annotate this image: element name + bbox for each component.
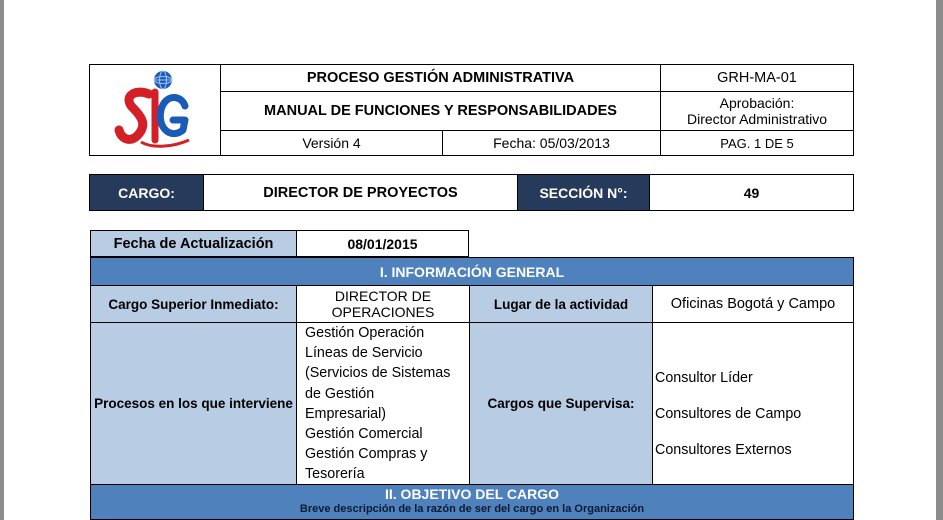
process-item: Gestión Comercial <box>305 426 423 443</box>
process-item: Empresarial) <box>305 405 387 422</box>
processes-list: Gestión Operación Líneas de Servicio (Se… <box>296 322 470 485</box>
supervised-role: Consultor Líder <box>655 370 753 386</box>
process-item: Tesorería <box>305 466 365 483</box>
place-label: Lugar de la actividad <box>469 285 653 323</box>
general-info-header: I. INFORMACIÓN GENERAL <box>90 257 854 286</box>
window-frame-left <box>0 0 4 520</box>
document-code: GRH-MA-01 <box>660 64 854 92</box>
superior-value: DIRECTOR DE OPERACIONES <box>296 285 470 323</box>
process-item: Gestión Operación <box>305 325 425 341</box>
approval-label: Aprobación: <box>719 95 795 111</box>
objective-header: II. OBJETIVO DEL CARGO Breve descripción… <box>90 484 854 520</box>
cargo-label: CARGO: <box>89 174 204 211</box>
supervises-list: Consultor Líder Consultores de Campo Con… <box>652 322 854 485</box>
process-item: (Servicios de Sistemas <box>305 365 451 382</box>
cargo-value: DIRECTOR DE PROYECTOS <box>203 174 518 211</box>
supervises-label: Cargos que Supervisa: <box>469 322 653 485</box>
processes-label: Procesos en los que interviene <box>90 322 297 485</box>
page-number: PAG. 1 DE 5 <box>660 130 854 156</box>
logo-icon <box>114 70 190 148</box>
date-cell: Fecha: 05/03/2013 <box>442 130 661 156</box>
place-value: Oficinas Bogotá y Campo <box>652 285 854 323</box>
update-date-label: Fecha de Actualización <box>90 230 297 257</box>
manual-title: MANUAL DE FUNCIONES Y RESPONSABILIDADES <box>220 91 661 131</box>
objective-title: II. OBJETIVO DEL CARGO <box>385 486 559 502</box>
supervised-role: Consultores de Campo <box>655 406 802 422</box>
superior-label: Cargo Superior Inmediato: <box>90 285 297 323</box>
process-item: de Gestión <box>305 385 375 402</box>
process-item: Gestión Compras y <box>305 446 428 463</box>
process-item: Líneas de Servicio <box>305 345 423 362</box>
section-label: SECCIÓN N°: <box>517 174 650 211</box>
update-date-value: 08/01/2015 <box>296 230 469 257</box>
superior-value-line-2: OPERACIONES <box>331 304 435 320</box>
supervised-role: Consultores Externos <box>655 442 792 458</box>
process-title: PROCESO GESTIÓN ADMINISTRATIVA <box>220 64 661 92</box>
window-frame-right <box>936 0 943 520</box>
version-cell: Versión 4 <box>220 130 443 156</box>
section-value: 49 <box>649 174 854 211</box>
superior-value-line-1: DIRECTOR DE <box>334 288 432 304</box>
approval-cell: Aprobación: Director Administrativo <box>660 91 854 131</box>
objective-subtitle: Breve descripción de la razón de ser del… <box>299 503 645 515</box>
company-logo <box>89 64 221 156</box>
approval-value: Director Administrativo <box>686 111 828 127</box>
